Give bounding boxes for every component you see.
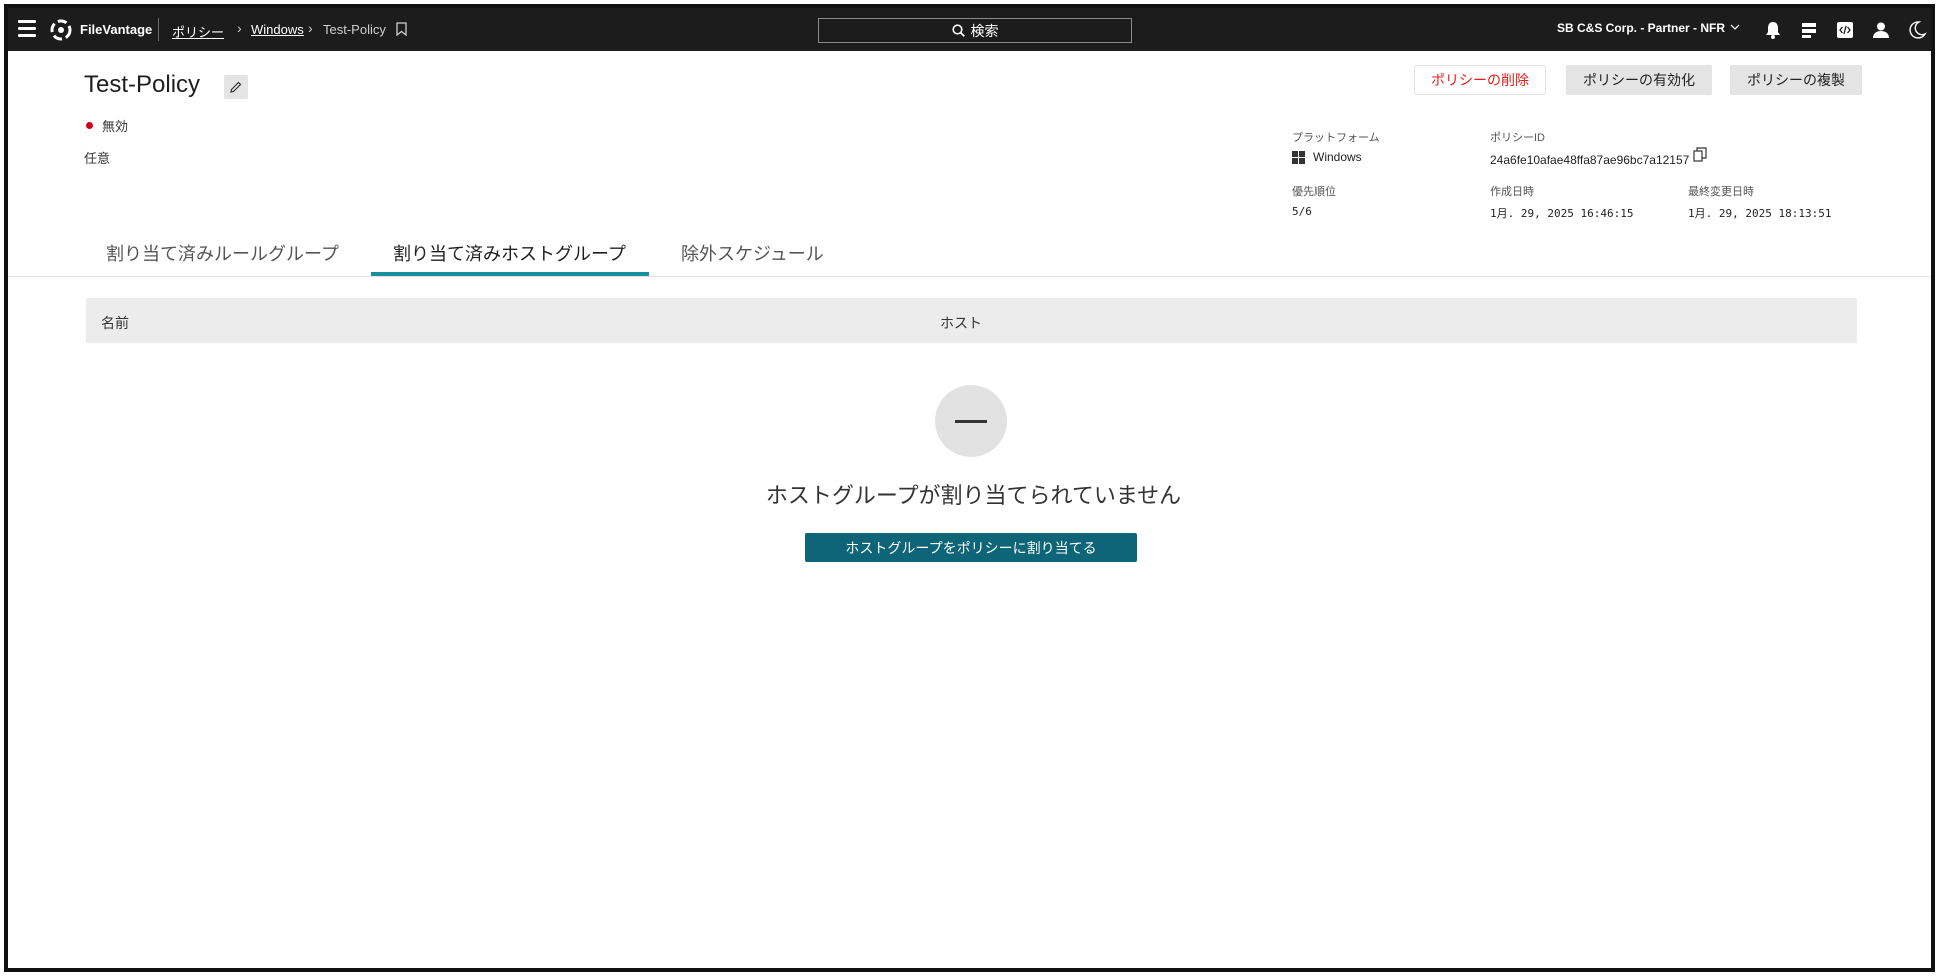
user-icon[interactable] xyxy=(1871,20,1891,40)
search-input[interactable]: 検索 xyxy=(818,18,1132,43)
chevron-right-icon: › xyxy=(308,20,313,36)
tenant-selector[interactable]: SB C&S Corp. - Partner - NFR xyxy=(1557,21,1725,35)
copy-icon[interactable] xyxy=(1693,147,1707,162)
table-header: 名前 ホスト xyxy=(86,298,1857,343)
divider xyxy=(158,18,159,41)
tab-assigned-host-groups[interactable]: 割り当て済みホストグループ xyxy=(393,240,626,266)
cloud-stack-icon[interactable] xyxy=(1799,20,1819,40)
platform-label: プラットフォーム xyxy=(1292,132,1380,144)
tab-assigned-rule-groups[interactable]: 割り当て済みルールグループ xyxy=(106,240,339,266)
modified-value: 1月. 29, 2025 18:13:51 xyxy=(1688,207,1832,220)
chevron-right-icon: › xyxy=(237,20,242,36)
status-dot xyxy=(86,122,93,129)
priority-label: 優先順位 xyxy=(1292,186,1336,198)
page-title: Test-Policy xyxy=(84,71,201,98)
chevron-down-icon[interactable] xyxy=(1730,23,1740,31)
moon-icon[interactable] xyxy=(1907,20,1927,40)
dash-icon xyxy=(955,419,987,423)
bell-icon[interactable] xyxy=(1763,20,1783,40)
status-badge: 無効 xyxy=(102,119,129,134)
assign-host-group-button[interactable]: ホストグループをポリシーに割り当てる xyxy=(805,533,1137,562)
platform-value: Windows xyxy=(1313,150,1362,164)
falcon-logo-icon xyxy=(50,19,72,41)
hamburger-menu-icon[interactable] xyxy=(18,20,36,37)
created-label: 作成日時 xyxy=(1490,186,1534,198)
code-icon[interactable] xyxy=(1835,20,1855,40)
empty-state-icon xyxy=(935,385,1007,457)
edit-button[interactable] xyxy=(224,75,248,99)
delete-policy-button[interactable]: ポリシーの削除 xyxy=(1414,65,1546,95)
priority-value: 5/6 xyxy=(1292,205,1312,218)
empty-state-title: ホストグループが割り当てられていません xyxy=(765,483,1182,508)
enable-policy-button[interactable]: ポリシーの有効化 xyxy=(1566,65,1712,95)
breadcrumb-policies[interactable]: ポリシー xyxy=(172,22,224,41)
pencil-icon xyxy=(230,81,242,93)
bookmark-icon[interactable] xyxy=(396,22,407,36)
breadcrumb-current: Test-Policy xyxy=(323,22,386,37)
modified-label: 最終変更日時 xyxy=(1688,186,1754,198)
windows-icon xyxy=(1292,151,1305,164)
policy-id-value: 24a6fe10afae48ffa87ae96bc7a12157 xyxy=(1490,153,1690,167)
search-label: 検索 xyxy=(970,22,999,39)
created-value: 1月. 29, 2025 16:46:15 xyxy=(1490,207,1634,220)
tab-exclusion-schedules[interactable]: 除外スケジュール xyxy=(681,240,824,266)
column-header-name[interactable]: 名前 xyxy=(101,313,129,333)
app-window: FileVantage ポリシー › Windows › Test-Policy… xyxy=(4,4,1935,972)
column-header-hosts[interactable]: ホスト xyxy=(940,313,982,333)
policy-description: 任意 xyxy=(84,151,111,166)
divider xyxy=(8,276,1931,277)
app-name: FileVantage xyxy=(80,22,153,37)
policy-id-label: ポリシーID xyxy=(1490,132,1545,144)
search-icon xyxy=(951,24,965,37)
top-navigation-bar: FileVantage ポリシー › Windows › Test-Policy… xyxy=(8,8,1931,51)
breadcrumb-windows[interactable]: Windows xyxy=(251,22,304,37)
duplicate-policy-button[interactable]: ポリシーの複製 xyxy=(1730,65,1862,95)
